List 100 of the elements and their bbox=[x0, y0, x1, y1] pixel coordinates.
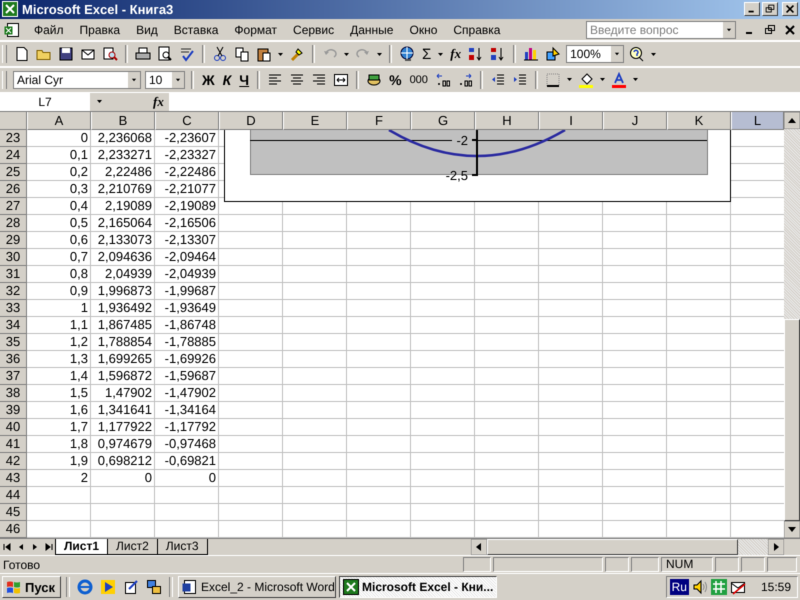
scissors-icon[interactable] bbox=[212, 46, 228, 62]
menu-item[interactable]: Справка bbox=[445, 22, 508, 37]
menu-item[interactable]: Сервис bbox=[285, 22, 342, 37]
thousands-button[interactable]: 000 bbox=[406, 74, 432, 86]
caret-icon[interactable] bbox=[343, 50, 350, 58]
row-header[interactable]: 41 bbox=[0, 436, 27, 453]
column-header[interactable]: G bbox=[411, 112, 475, 130]
restore-button[interactable] bbox=[764, 24, 776, 36]
sheet-tab[interactable]: Лист2 bbox=[107, 538, 158, 555]
row-header[interactable]: 32 bbox=[0, 282, 27, 300]
caret-icon[interactable] bbox=[277, 50, 284, 58]
scroll-right-button[interactable] bbox=[768, 538, 784, 555]
speaker-icon[interactable] bbox=[692, 579, 708, 596]
sheet-tab[interactable]: Лист3 bbox=[156, 538, 208, 555]
scroll-down-button[interactable] bbox=[784, 520, 800, 538]
minimize-button[interactable] bbox=[744, 2, 760, 16]
printer-icon[interactable] bbox=[135, 46, 151, 62]
print-preview-icon[interactable] bbox=[157, 46, 173, 62]
caret-icon[interactable] bbox=[437, 50, 444, 58]
underline-button[interactable]: Ч bbox=[235, 72, 254, 88]
start-button[interactable]: Пуск bbox=[2, 576, 61, 598]
language-indicator[interactable]: Ru bbox=[670, 579, 689, 596]
caret-icon[interactable] bbox=[650, 50, 658, 58]
column-header[interactable]: F bbox=[347, 112, 411, 130]
row-header[interactable]: 46 bbox=[0, 520, 27, 538]
select-all-corner[interactable] bbox=[0, 112, 27, 130]
menu-item[interactable]: Окно bbox=[401, 22, 446, 37]
first-sheet-icon[interactable] bbox=[1, 540, 13, 553]
notepad-icon[interactable] bbox=[123, 579, 139, 596]
network-icon[interactable] bbox=[146, 579, 162, 596]
row-header[interactable]: 35 bbox=[0, 334, 27, 351]
magnifier-icon[interactable] bbox=[102, 46, 118, 62]
function-button[interactable]: fx bbox=[446, 46, 466, 62]
row-header[interactable]: 44 bbox=[0, 486, 27, 504]
sum-button[interactable]: Σ bbox=[418, 46, 436, 63]
browser-icon[interactable] bbox=[77, 579, 93, 596]
row-header[interactable]: 36 bbox=[0, 350, 27, 368]
caret-icon[interactable] bbox=[566, 76, 573, 84]
name-box[interactable]: L7 bbox=[0, 92, 90, 111]
menu-item[interactable]: Данные bbox=[342, 22, 402, 37]
bar-chart-icon[interactable] bbox=[523, 46, 540, 62]
row-header[interactable]: 27 bbox=[0, 198, 27, 215]
column-header[interactable]: H bbox=[475, 112, 539, 130]
percent-button[interactable]: % bbox=[385, 72, 406, 88]
currency-icon[interactable] bbox=[366, 72, 382, 88]
row-header[interactable]: 37 bbox=[0, 368, 27, 385]
globe-icon[interactable] bbox=[399, 46, 415, 62]
increase-decimal-icon[interactable] bbox=[434, 72, 451, 88]
taskbar-button[interactable]: Microsoft Excel - Кни... bbox=[339, 576, 497, 598]
row-header[interactable]: 24 bbox=[0, 146, 27, 164]
caret-icon[interactable] bbox=[376, 50, 383, 58]
borders-icon[interactable] bbox=[544, 72, 561, 88]
clipboard-icon[interactable] bbox=[256, 46, 272, 62]
font-dropdown[interactable]: Arial Cyr bbox=[13, 70, 141, 89]
column-header[interactable]: D bbox=[219, 112, 283, 130]
row-header[interactable]: 43 bbox=[0, 470, 27, 487]
font-color-icon[interactable] bbox=[610, 72, 627, 88]
column-header[interactable]: K bbox=[667, 112, 731, 130]
formula-input[interactable] bbox=[169, 92, 800, 111]
row-header[interactable]: 31 bbox=[0, 266, 27, 283]
row-header[interactable]: 39 bbox=[0, 402, 27, 419]
italic-button[interactable]: К bbox=[218, 72, 236, 88]
font-size-dropdown[interactable]: 10 bbox=[145, 70, 185, 89]
media-player-icon[interactable] bbox=[100, 579, 116, 596]
bold-button[interactable]: Ж bbox=[198, 72, 219, 88]
sort-descending-icon[interactable] bbox=[490, 46, 506, 62]
spelling-check-icon[interactable] bbox=[179, 46, 195, 62]
column-header[interactable]: J bbox=[603, 112, 667, 130]
row-header[interactable]: 30 bbox=[0, 248, 27, 266]
copy-icon[interactable] bbox=[234, 46, 250, 62]
menu-item[interactable]: Формат bbox=[226, 22, 286, 37]
menu-item[interactable]: Вид bbox=[128, 22, 166, 37]
restore-button[interactable] bbox=[762, 2, 778, 16]
row-header[interactable]: 38 bbox=[0, 384, 27, 402]
column-header[interactable]: E bbox=[283, 112, 347, 130]
menu-item[interactable]: Вставка bbox=[166, 22, 226, 37]
column-header[interactable]: A bbox=[27, 112, 91, 130]
column-header[interactable]: B bbox=[91, 112, 155, 130]
row-header[interactable]: 42 bbox=[0, 452, 27, 470]
new-document-icon[interactable] bbox=[14, 46, 30, 62]
caret-icon[interactable] bbox=[96, 98, 103, 106]
taskbar-button[interactable]: Excel_2 - Microsoft Word bbox=[178, 576, 336, 598]
menu-item[interactable]: Правка bbox=[72, 22, 128, 37]
caret-icon[interactable] bbox=[598, 76, 606, 84]
vertical-scrollbar[interactable] bbox=[784, 112, 800, 538]
menu-item[interactable]: Файл bbox=[26, 22, 72, 37]
horizontal-scrollbar[interactable] bbox=[471, 538, 784, 555]
row-header[interactable]: 34 bbox=[0, 316, 27, 334]
sheet-tab[interactable]: Лист1 bbox=[55, 538, 108, 555]
row-header[interactable]: 23 bbox=[0, 130, 27, 147]
row-header[interactable]: 25 bbox=[0, 164, 27, 181]
row-header[interactable]: 33 bbox=[0, 300, 27, 317]
zoom-dropdown[interactable]: 100% bbox=[566, 45, 624, 64]
sort-ascending-icon[interactable] bbox=[468, 46, 484, 62]
row-header[interactable]: 26 bbox=[0, 180, 27, 198]
scroll-up-button[interactable] bbox=[784, 112, 800, 129]
row-header[interactable]: 40 bbox=[0, 418, 27, 436]
close-button[interactable] bbox=[784, 24, 796, 36]
scroll-left-button[interactable] bbox=[471, 538, 487, 555]
column-header[interactable]: C bbox=[155, 112, 219, 130]
